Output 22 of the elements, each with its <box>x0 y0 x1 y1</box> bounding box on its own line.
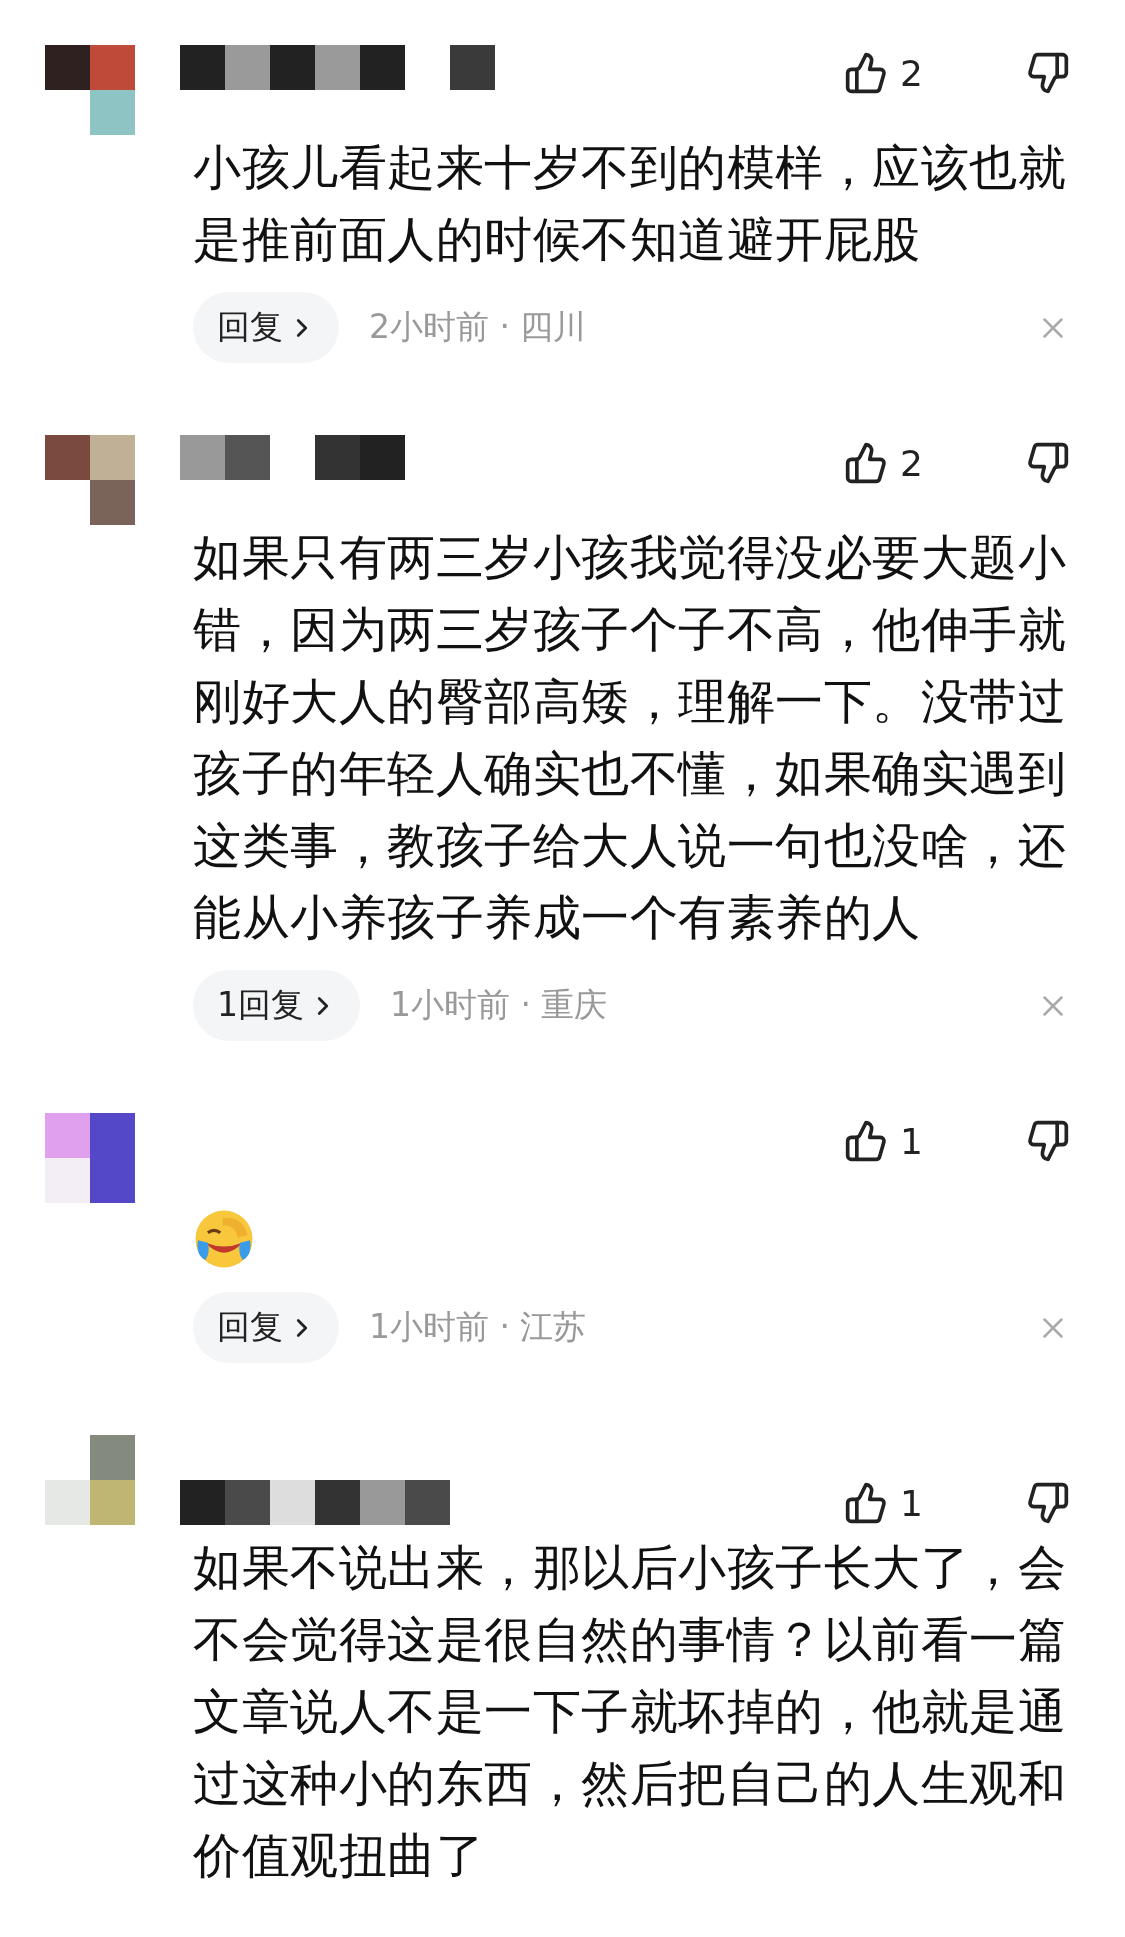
thumbs-down-icon[interactable] <box>1026 1481 1070 1525</box>
comment-meta: 1小时前 · 江苏 <box>369 1306 587 1348</box>
like-count: 1 <box>900 1482 924 1524</box>
comment-text: 如果只有两三岁小孩我觉得没必要大题小错，因为两三岁孩子个子不高，他伸手就刚好大人的臀部高矮，理解一下。没带过孩子的年轻人确实也不懂，如果确实遇到这类事，教孩子给大人说一句也没啥，还能从小养孩子养成一个有素养的人 <box>193 528 1067 947</box>
comment-text: 如果不说出来，那以后小孩子长大了，会不会觉得这是很自然的事情？以前看一篇文章说人不是一下子就坏掉的，他就是通过这种小的东西，然后把自己的人生观和价值观扭曲了 <box>193 1538 1067 1885</box>
thumbs-up-icon[interactable] <box>844 1119 888 1163</box>
like-count: 2 <box>900 442 924 484</box>
thumbs-down-icon[interactable] <box>1026 1119 1070 1163</box>
reply-button[interactable]: 回复 <box>193 292 339 363</box>
thumbs-up-icon[interactable] <box>844 441 888 485</box>
thumbs-down-icon[interactable] <box>1026 51 1070 95</box>
like-count: 1 <box>900 1120 924 1162</box>
comment-meta: 2小时前 · 四川 <box>369 306 587 348</box>
reply-button[interactable]: 回复 <box>193 1292 339 1363</box>
thumbs-up-icon[interactable] <box>844 1481 888 1525</box>
reply-button[interactable]: 1回复 <box>193 970 360 1041</box>
laughing-crying-emoji-icon <box>193 1208 255 1270</box>
thumbs-down-icon[interactable] <box>1026 441 1070 485</box>
comment-meta: 1小时前 · 重庆 <box>390 984 608 1026</box>
thumbs-up-icon[interactable] <box>844 51 888 95</box>
like-count: 2 <box>900 52 924 94</box>
comment-text: 小孩儿看起来十岁不到的模样，应该也就是推前面人的时候不知道避开屁股 <box>193 138 1067 269</box>
